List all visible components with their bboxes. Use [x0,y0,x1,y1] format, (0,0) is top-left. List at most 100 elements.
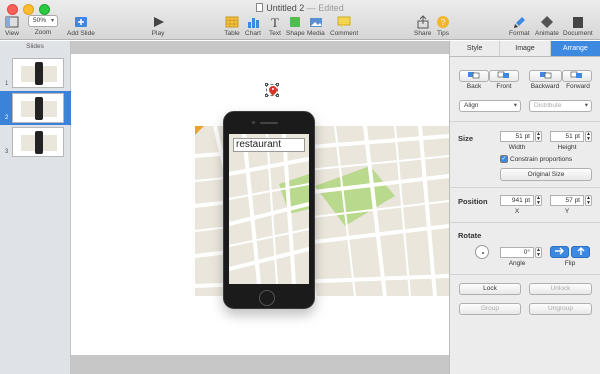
send-to-back-button[interactable] [459,70,489,82]
rotation-dial[interactable] [475,245,489,259]
section-divider [450,274,600,275]
align-select[interactable]: Align [459,100,521,112]
constrain-proportions-checkbox[interactable]: ✓ [500,155,508,163]
animate-button[interactable]: Animate [535,15,559,37]
angle-stepper[interactable]: ▲ ▼ [535,247,542,258]
share-icon [417,15,429,29]
flip-vertical-icon [577,247,584,255]
tab-style[interactable]: Style [450,41,501,56]
back-label: Back [466,83,482,90]
share-button[interactable]: Share [414,15,431,37]
zoom-label: Zoom [34,29,52,36]
document-button[interactable]: Document [563,15,593,37]
slide-number: 3 [5,149,9,155]
tab-arrange[interactable]: Arrange [550,41,600,56]
selection-handle[interactable] [265,94,268,97]
section-divider [450,222,600,223]
table-icon [225,16,239,28]
thumbnail-phone [35,62,43,85]
window-toolbar: Untitled 2 — Edited View 50% Zoom Add Sl… [0,0,600,40]
format-inspector: Style Image Arrange Back Front Backward … [449,41,600,374]
flip-vertical-button[interactable] [571,246,590,258]
angle-label: Angle [508,260,526,267]
tips-label: Tips [436,30,450,37]
add-slide-icon [74,17,87,27]
selection-handle[interactable] [276,83,279,86]
width-stepper[interactable]: ▲ ▼ [535,131,542,142]
unlock-button[interactable]: Unlock [529,283,592,295]
selection-handle[interactable] [265,83,268,86]
play-button[interactable]: Play [150,15,166,37]
slide-thumbnail-3[interactable] [12,127,64,157]
animate-label: Animate [535,30,559,37]
svg-text:T: T [271,15,279,29]
play-icon [154,17,164,27]
document-label: Document [563,30,593,37]
map-pin-dot [272,88,274,90]
zoom-select[interactable]: 50% [28,15,58,27]
back-icon [468,72,480,79]
phone-screen: restaurant [229,134,309,284]
lock-button[interactable]: Lock [459,283,521,295]
group-button[interactable]: Group [459,303,521,315]
text-button[interactable]: T Text [267,15,283,37]
selected-map-pin[interactable] [265,83,279,97]
section-divider [450,121,600,122]
height-field[interactable]: 51 pt [550,131,584,142]
shape-button[interactable]: Shape [286,15,305,37]
table-label: Table [224,30,240,37]
shape-label: Shape [286,30,305,37]
slide[interactable]: restaurant [71,54,449,355]
x-label: X [514,208,520,215]
text-label: Text [269,30,281,37]
front-icon [497,71,509,78]
restaurant-search-field[interactable]: restaurant [233,138,305,152]
add-slide-button[interactable]: Add Slide [67,15,95,37]
slide-number: 2 [5,115,9,121]
y-label: Y [564,208,570,215]
tab-image[interactable]: Image [500,41,551,56]
selection-handle[interactable] [276,94,279,97]
share-label: Share [414,30,432,37]
iphone-mockup[interactable]: restaurant [223,111,315,309]
bring-forward-button[interactable] [562,70,592,82]
text-icon: T [271,15,279,29]
table-button[interactable]: Table [224,15,240,37]
slide-canvas[interactable]: restaurant [71,41,449,374]
flip-horizontal-button[interactable] [550,246,569,258]
x-stepper[interactable]: ▲ ▼ [535,195,542,206]
y-stepper[interactable]: ▲ ▼ [585,195,592,206]
view-icon [5,16,19,28]
width-field[interactable]: 51 pt [500,131,534,142]
send-backward-button[interactable] [529,70,562,82]
edited-status: — Edited [306,3,344,13]
shape-icon [290,17,301,27]
thumbnail-phone [35,131,43,154]
format-label: Format [509,30,530,37]
tips-button[interactable]: ? Tips [435,15,451,37]
slide-thumbnail-2[interactable] [12,93,64,123]
height-stepper[interactable]: ▲ ▼ [585,131,592,142]
zoom-control[interactable]: 50% Zoom [28,15,58,36]
backward-label: Backward [530,83,560,90]
angle-field[interactable]: 0° [500,247,534,258]
window-title: Untitled 2 — Edited [0,3,600,13]
media-label: Media [307,30,325,37]
section-divider [450,187,600,188]
phone-map-streets [229,134,309,284]
distribute-select[interactable]: Distribute [529,100,592,112]
view-label: View [5,30,19,37]
media-button[interactable]: Media [307,15,325,37]
ungroup-button[interactable]: Ungroup [529,303,592,315]
comment-button[interactable]: Comment [330,15,358,37]
y-position-field[interactable]: 57 pt [550,195,584,206]
phone-camera [252,121,255,124]
original-size-button[interactable]: Original Size [500,168,592,181]
slide-thumbnail-1[interactable] [12,58,64,88]
bring-to-front-button[interactable] [489,70,519,82]
tips-icon: ? [437,16,449,28]
chart-button[interactable]: Chart [245,15,261,37]
view-button[interactable]: View [4,15,20,37]
format-button[interactable]: Format [509,15,530,37]
x-position-field[interactable]: 941 pt [500,195,534,206]
